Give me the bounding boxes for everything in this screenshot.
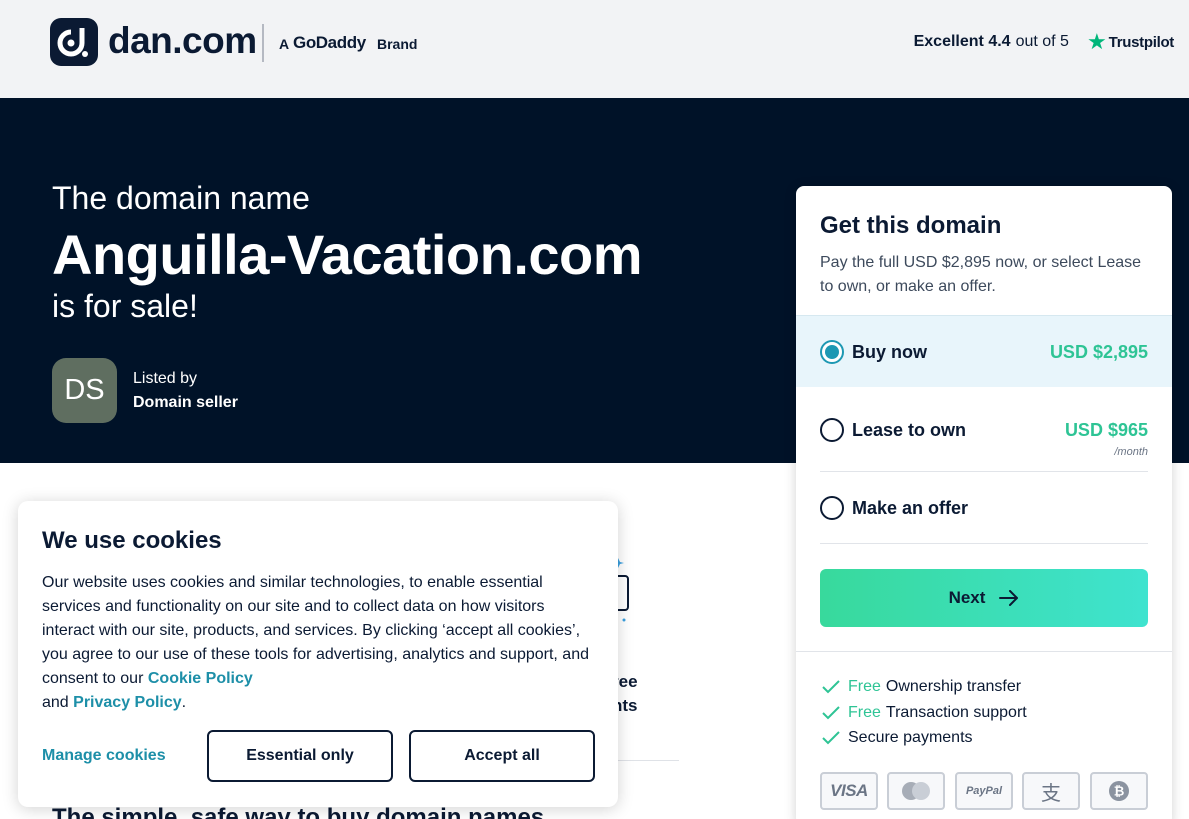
price-period: /month (1114, 446, 1148, 458)
feature-text: Transaction support (885, 704, 1027, 721)
card-title: Get this domain (820, 212, 1002, 239)
cookie-period: . (181, 694, 187, 711)
option-label: Buy now (852, 342, 927, 362)
cookie-and: and (42, 694, 69, 711)
next-label: Next (948, 588, 986, 607)
option-label: Make an offer (852, 498, 969, 518)
paypal-icon: PayPal (955, 772, 1013, 810)
svg-text:₿: ₿ (1114, 785, 1125, 800)
option-divider (820, 543, 1148, 544)
trustpilot-label: Trustpilot (1108, 33, 1175, 51)
check-icon (822, 706, 840, 720)
feature-text: Secure payments (848, 729, 973, 746)
card-divider (796, 651, 1172, 652)
seller-avatar: DS (52, 358, 117, 423)
buy-now-radio[interactable] (820, 340, 844, 364)
offer-radio[interactable] (820, 496, 844, 520)
trustpilot-rating[interactable]: Excellent 4.4 out of 5 ★ Trustpilot (913, 29, 1175, 54)
option-lease-to-own[interactable]: Lease to own USD $965 /month (796, 388, 1172, 472)
feature-secure-payments: Secure payments (822, 729, 973, 747)
free-label: Free (848, 678, 881, 695)
card-subtitle: Pay the full USD $2,895 now, or select L… (820, 254, 1142, 295)
option-price: USD $965 (1064, 420, 1148, 440)
feature-transaction-support: Free Transaction support (822, 704, 1027, 722)
lease-radio[interactable] (820, 418, 844, 442)
seller-name: Domain seller (133, 394, 238, 411)
hero-intro: The domain name (52, 180, 310, 216)
godaddy-logo: GoDaddy (293, 33, 366, 52)
arrow-right-icon (999, 590, 1019, 606)
check-icon (822, 680, 840, 694)
cookie-title: We use cookies (42, 527, 222, 554)
mastercard-icon (887, 772, 945, 810)
option-price: USD $2,895 (1049, 342, 1148, 362)
rating-scale: out of 5 (1015, 33, 1069, 50)
cookie-consent-dialog: We use cookies Our website uses cookies … (18, 501, 618, 807)
logo-divider (262, 24, 264, 62)
bitcoin-icon: ₿ (1090, 772, 1148, 810)
feature-ownership-transfer: Free Ownership transfer (822, 678, 1021, 696)
check-icon (822, 731, 840, 745)
manage-cookies-link[interactable]: Manage cookies (42, 747, 166, 765)
listed-by-label: Listed by (133, 370, 198, 387)
privacy-policy-link[interactable]: Privacy Policy (73, 694, 182, 711)
option-make-offer[interactable]: Make an offer (796, 472, 1172, 544)
free-label: Free (848, 704, 881, 721)
logo-text[interactable]: dan.com (108, 20, 257, 62)
dan-logo-icon[interactable] (50, 18, 98, 66)
accept-all-button[interactable]: Accept all (409, 730, 595, 782)
brand-suffix: Brand (377, 36, 418, 52)
alipay-icon: 支 (1022, 772, 1080, 810)
option-label: Lease to own (852, 420, 967, 440)
option-buy-now[interactable]: Buy now USD $2,895 (796, 315, 1172, 387)
cookie-description: Our website uses cookies and similar tec… (42, 571, 598, 715)
brand-prefix: A (279, 36, 290, 52)
domain-name: Anguilla-Vacation.com (52, 223, 643, 286)
feature-text: Ownership transfer (885, 678, 1022, 695)
essential-only-button[interactable]: Essential only (207, 730, 393, 782)
cookie-policy-link[interactable]: Cookie Policy (148, 670, 253, 687)
rating-label: Excellent 4.4 (913, 33, 1011, 50)
trustpilot-star-icon: ★ (1086, 29, 1107, 54)
visa-icon: VISA (820, 772, 878, 810)
top-header: dan.com A GoDaddy Brand Excellent 4.4 ou… (0, 0, 1189, 98)
get-domain-card: Get this domain Pay the full USD $2,895 … (796, 186, 1172, 819)
hero-for-sale: is for sale! (52, 288, 198, 324)
cookie-text: Our website uses cookies and similar tec… (42, 574, 589, 687)
next-button[interactable]: Next (820, 569, 1148, 627)
